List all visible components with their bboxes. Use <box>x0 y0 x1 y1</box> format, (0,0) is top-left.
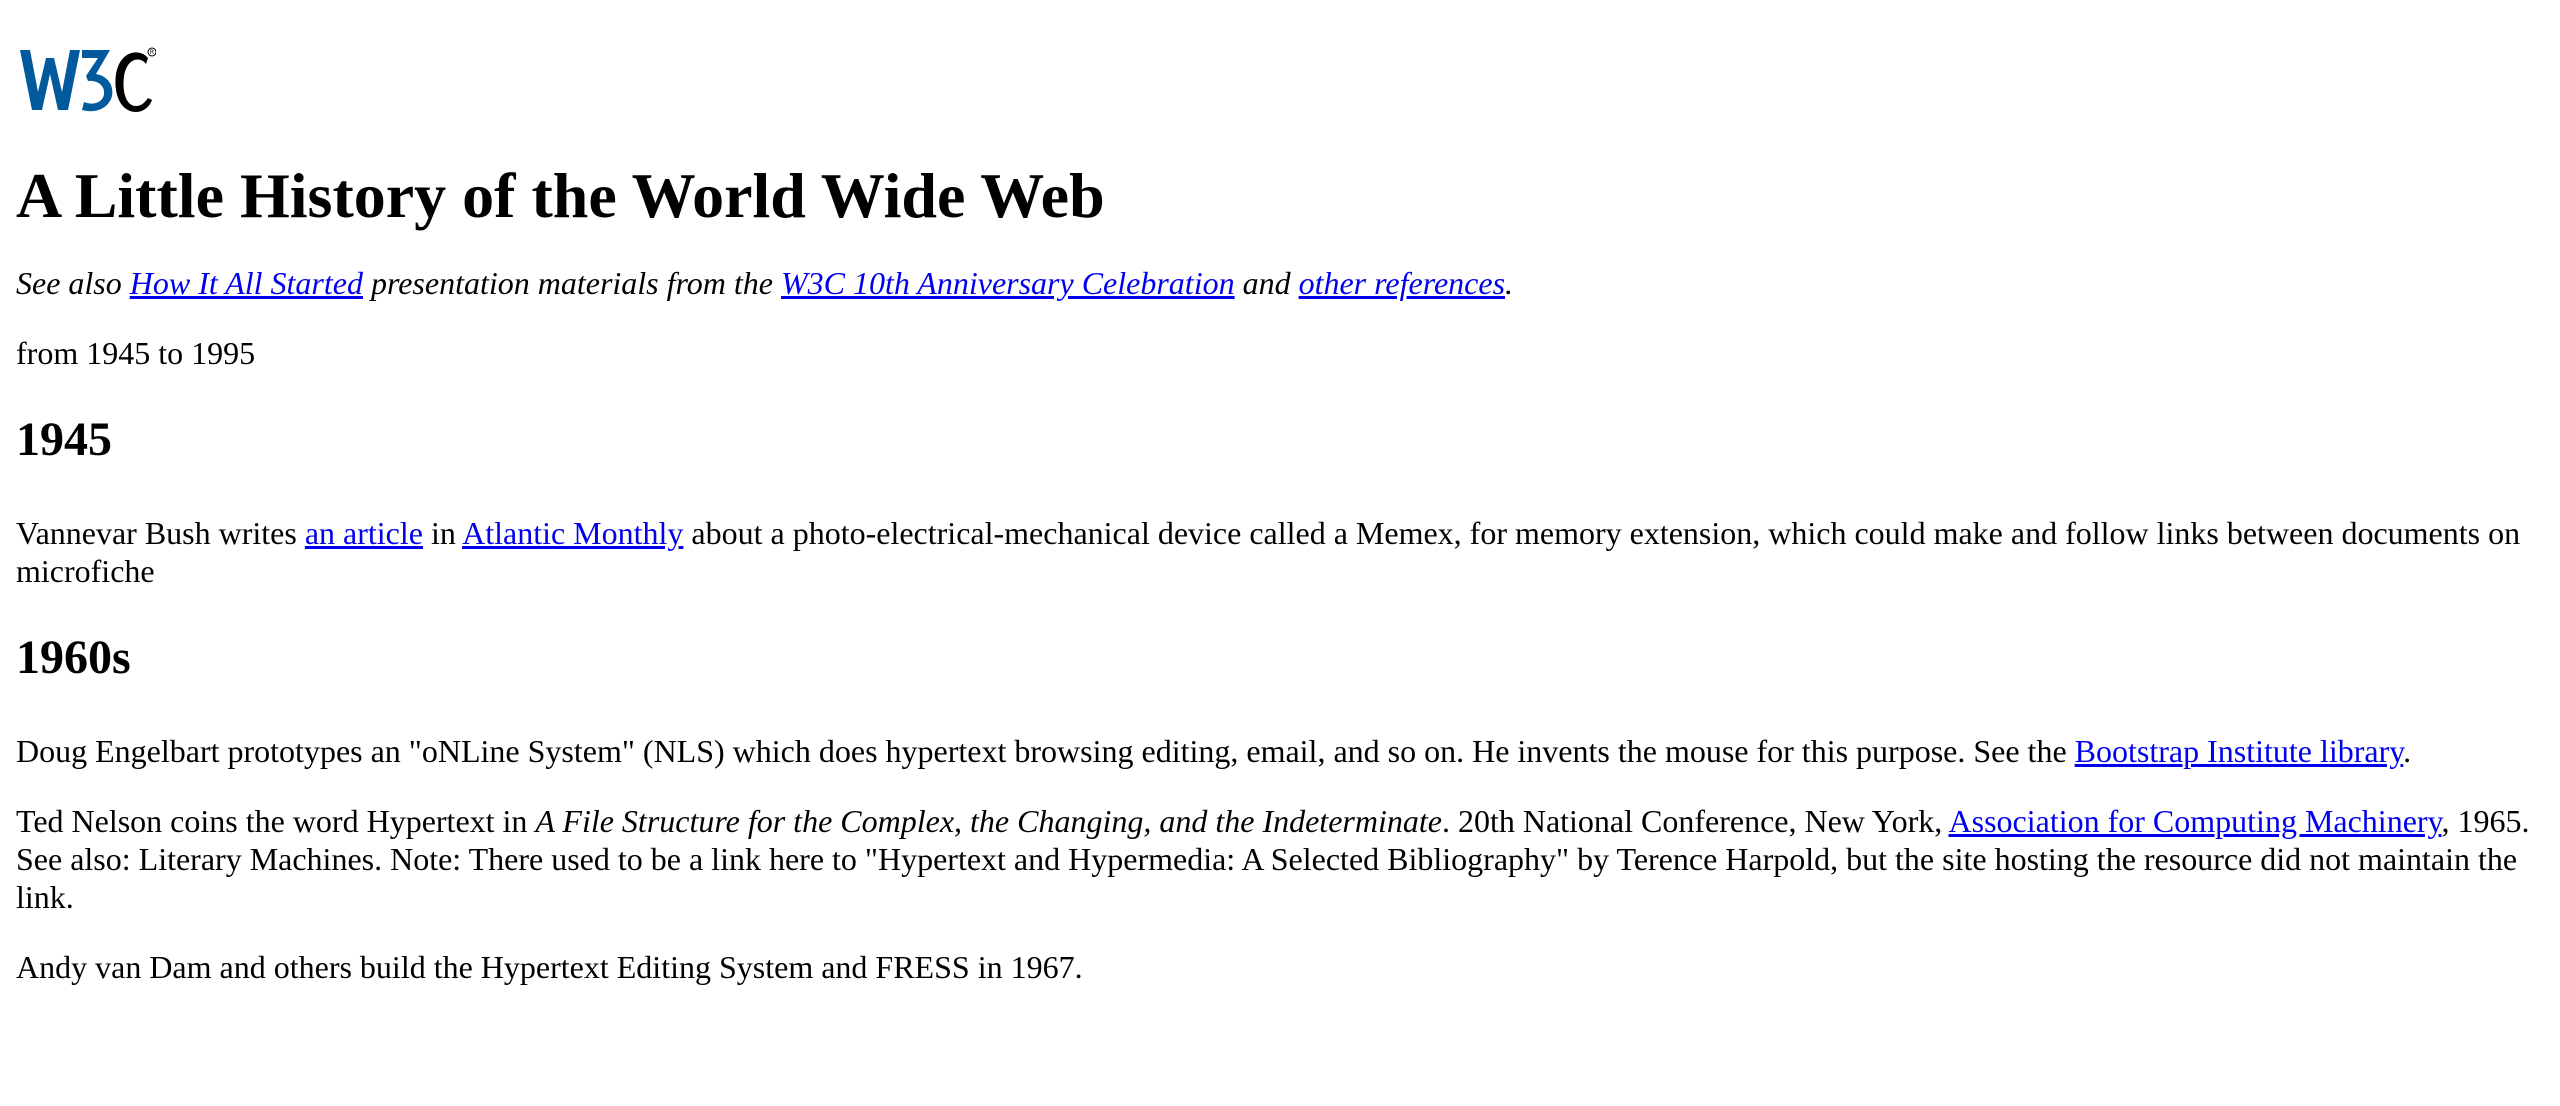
how-it-all-started-link[interactable]: How It All Started <box>130 265 363 301</box>
see-also-line: See also How It All Started presentation… <box>16 264 2544 302</box>
page-content: R A Little History of the World Wide Web… <box>0 44 2560 986</box>
paragraph-text: Doug Engelbart prototypes an "oNLine Sys… <box>16 733 2075 769</box>
see-also-middle: presentation materials from the <box>362 265 781 301</box>
paragraph-text: Andy van Dam and others build the Hypert… <box>16 949 1083 985</box>
paragraph-engelbart: Doug Engelbart prototypes an "oNLine Sys… <box>16 732 2544 770</box>
paragraph-memex: Vannevar Bush writes an article in Atlan… <box>16 514 2544 590</box>
an-article-link[interactable]: an article <box>305 515 423 551</box>
see-also-suffix: . <box>1505 265 1514 301</box>
paragraph-text: . 20th National Conference, New York, <box>1441 803 1949 839</box>
bootstrap-institute-link[interactable]: Bootstrap Institute library <box>2075 733 2404 769</box>
heading-1960s: 1960s <box>16 631 131 684</box>
paragraph-text: Ted Nelson coins the word Hypertext in <box>16 803 536 839</box>
paragraph-van-dam: Andy van Dam and others build the Hypert… <box>16 948 2544 986</box>
w3c-anniversary-link[interactable]: W3C 10th Anniversary Celebration <box>781 265 1235 301</box>
see-also-prefix: See also <box>16 265 130 301</box>
w3c-logo[interactable]: R <box>16 44 156 116</box>
svg-text:R: R <box>150 49 154 56</box>
paragraph-nelson: Ted Nelson coins the word Hypertext in A… <box>16 802 2544 916</box>
date-span: from 1945 to 1995 <box>16 335 256 371</box>
paragraph-text: Vannevar Bush writes <box>16 515 305 551</box>
paragraph-text: . <box>2403 733 2412 769</box>
book-title: A File Structure for the Complex, the Ch… <box>535 803 1442 839</box>
atlantic-monthly-link[interactable]: Atlantic Monthly <box>462 515 683 551</box>
heading-1945: 1945 <box>16 413 112 466</box>
other-references-link[interactable]: other references <box>1299 265 1505 301</box>
see-also-and: and <box>1234 265 1299 301</box>
paragraph-text: in <box>422 515 463 551</box>
acm-link[interactable]: Association for Computing Machinery <box>1949 803 2442 839</box>
page-title: A Little History of the World Wide Web <box>16 160 1105 231</box>
